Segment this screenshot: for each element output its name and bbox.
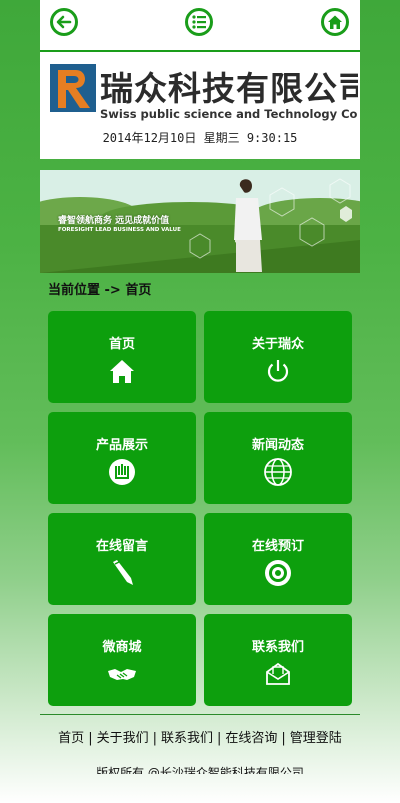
tile-label: 新闻动态	[251, 438, 304, 453]
footer-separator: |	[281, 731, 286, 746]
banner-slogan-en: FORESIGHT LEAD BUSINESS AND VALUE	[58, 227, 181, 233]
tile-contact[interactable]: 联系我们	[204, 614, 352, 706]
tile-label: 产品展示	[95, 438, 148, 453]
current-datetime: 2014年12月10日 星期三 9:30:15	[102, 131, 298, 145]
company-logo-icon	[50, 64, 96, 112]
tile-label: 联系我们	[251, 640, 304, 655]
footer-links: 首页 | 关于我们 | 联系我们 | 在线咨询 | 管理登陆	[40, 731, 360, 747]
footer-link-admin-login[interactable]: 管理登陆	[290, 731, 342, 746]
footer-link-home[interactable]: 首页	[58, 731, 84, 746]
tile-label: 在线留言	[95, 539, 148, 554]
breadcrumb: 当前位置 -> 首页	[48, 283, 152, 298]
menu-button[interactable]	[185, 8, 213, 36]
envelope-icon	[266, 662, 290, 685]
logo-area: 瑞众科技有限公司 Swiss public science and Techno…	[40, 52, 360, 159]
back-button[interactable]	[50, 8, 78, 36]
top-bar	[40, 0, 360, 52]
tile-booking[interactable]: 在线预订	[204, 513, 352, 605]
footer-separator: |	[88, 731, 93, 746]
globe-icon	[264, 458, 292, 486]
list-menu-icon	[192, 15, 206, 29]
tile-label: 在线预订	[251, 539, 304, 554]
home-icon	[328, 15, 342, 29]
arrow-left-icon	[56, 15, 72, 29]
tile-label: 首页	[108, 337, 135, 352]
target-icon	[265, 560, 291, 586]
tile-label: 关于瑞众	[251, 337, 304, 352]
tile-products[interactable]: 产品展示	[48, 412, 196, 504]
tile-shop[interactable]: 微商城	[48, 614, 196, 706]
footer-separator: |	[217, 731, 222, 746]
home-icon	[110, 360, 134, 383]
footer-separator: |	[152, 731, 157, 746]
copyright-text: 版权所有 @长沙瑞众智能科技有限公司	[96, 766, 304, 774]
tile-news[interactable]: 新闻动态	[204, 412, 352, 504]
home-button[interactable]	[321, 8, 349, 36]
power-icon	[267, 360, 289, 382]
footer-divider	[40, 714, 360, 715]
pencil-icon	[113, 560, 133, 585]
product-icon	[109, 459, 135, 485]
footer-link-about[interactable]: 关于我们	[97, 731, 149, 746]
company-name: 瑞众科技有限公司	[100, 69, 358, 108]
company-english-name: Swiss public science and Technology Co L…	[100, 107, 358, 121]
footer-link-contact[interactable]: 联系我们	[161, 731, 213, 746]
tile-about[interactable]: 关于瑞众	[204, 311, 352, 403]
footer-link-consult[interactable]: 在线咨询	[225, 731, 277, 746]
banner-image: 睿智领航商务 远见成就价值 FORESIGHT LEAD BUSINESS AN…	[40, 170, 360, 273]
tile-home[interactable]: 首页	[48, 311, 196, 403]
tile-message[interactable]: 在线留言	[48, 513, 196, 605]
tile-label: 微商城	[102, 640, 142, 655]
banner-slogan: 睿智领航商务 远见成就价值	[58, 216, 170, 226]
handshake-icon	[108, 669, 136, 680]
